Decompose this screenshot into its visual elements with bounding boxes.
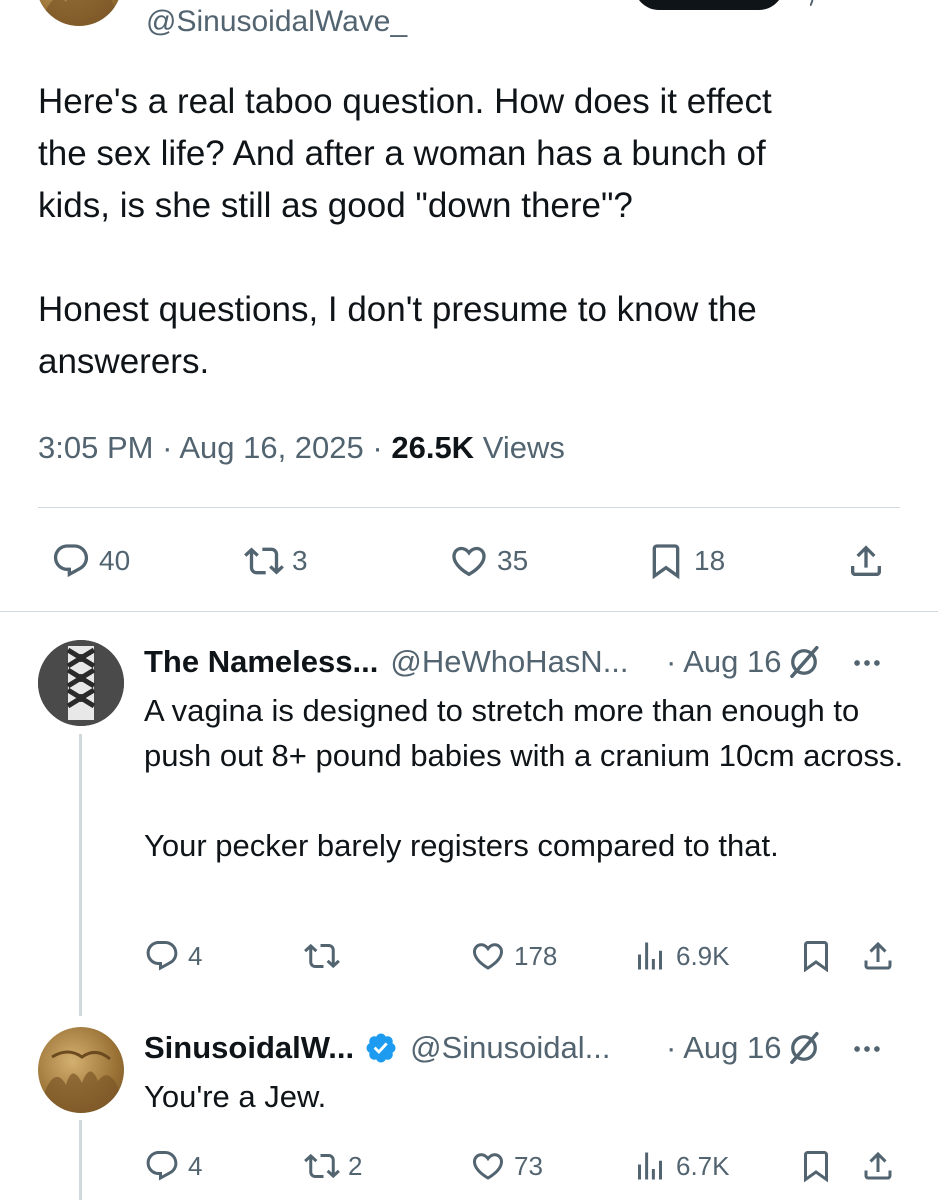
reply-meta: · Aug 16 [666,642,781,682]
like-button[interactable]: 35 [449,541,528,581]
repost-arrows-icon [244,541,284,581]
repost-button[interactable]: 2 [304,1148,362,1184]
author-avatar[interactable] [36,0,122,26]
heart-icon [449,541,489,581]
reply-button[interactable]: 4 [144,938,202,974]
like-count: 35 [497,545,529,576]
verified-badge-icon [364,1031,398,1065]
repost-arrows-icon [304,1148,340,1184]
reply-date[interactable]: · Aug 16 [666,642,781,682]
share-button[interactable] [860,938,896,974]
views-label: Views [482,430,565,465]
bookmark-icon [798,938,834,974]
reply-count: 40 [99,545,131,576]
reply-paragraph: You're a Jew. [144,1079,327,1114]
heart-icon [470,1148,506,1184]
tweet-time[interactable]: 3:05 PM [38,430,153,465]
tweet-meta: 3:05 PM · Aug 16, 2025 · 26.5K Views [38,428,565,468]
reply-body: A vagina is designed to stretch more tha… [144,688,904,868]
like-button[interactable]: 73 [470,1148,543,1184]
repost-button[interactable] [304,938,348,974]
bookmark-icon [798,1148,834,1184]
author-handle[interactable]: @SinusoidalWave_ [146,2,407,42]
tweet-date[interactable]: Aug 16, 2025 [179,430,363,465]
tweet-body: Here's a real taboo question. How does i… [38,76,898,388]
bookmark-button[interactable]: 18 [646,541,725,581]
bookmark-icon [646,541,686,581]
views-count: 6.9K [676,940,730,971]
repost-button[interactable]: 3 [244,541,308,581]
share-upload-icon [846,541,886,581]
share-button[interactable] [846,541,886,581]
views-count: 6.7K [676,1150,730,1181]
thread-line [79,1120,82,1200]
bar-chart-icon [632,938,668,974]
share-upload-icon [860,1148,896,1184]
follow-button[interactable] [634,0,784,10]
like-button[interactable]: 178 [470,938,557,974]
grok-slash-icon[interactable] [786,644,822,680]
reply-meta: · Aug 16 [666,1028,781,1068]
more-dots-icon[interactable] [850,646,884,680]
views-count: 26.5K [391,430,475,465]
reply-avatar[interactable] [38,1027,124,1113]
like-count: 73 [514,1150,543,1181]
reply-count: 4 [188,940,203,971]
reply-paragraph: A vagina is designed to stretch more tha… [144,693,904,773]
repost-count: 3 [292,545,308,576]
repost-arrows-icon [304,938,340,974]
more-dots-icon[interactable] [810,0,824,6]
reply-button[interactable]: 40 [51,541,130,581]
reply-button[interactable]: 4 [144,1148,202,1184]
reply-author-handle[interactable]: @HeWhoHasN... [390,642,628,682]
speech-bubble-icon [144,1148,180,1184]
bar-chart-icon [632,1148,668,1184]
speech-bubble-icon [144,938,180,974]
reply-paragraph: Your pecker barely registers compared to… [144,828,779,863]
reply-header: SinusoidalW... @Sinusoidal... [144,1028,611,1068]
tweet-paragraph: Here's a real taboo question. How does i… [38,82,772,225]
share-button[interactable] [860,1148,896,1184]
bookmark-button[interactable] [798,938,834,974]
meta-separator: · [372,430,383,465]
heart-icon [470,938,506,974]
reply-avatar[interactable] [38,640,124,726]
repost-count: 2 [348,1150,363,1181]
reply-count: 4 [188,1150,203,1181]
more-dots-icon[interactable] [850,1032,884,1066]
views-button[interactable]: 6.7K [632,1148,730,1184]
bookmark-button[interactable] [798,1148,834,1184]
views-button[interactable]: 6.9K [632,938,730,974]
reply-header: The Nameless... @HeWhoHasN... [144,642,629,682]
reply-author-handle[interactable]: @Sinusoidal... [410,1028,610,1068]
tweet-paragraph: Honest questions, I don't presume to kno… [38,290,757,381]
divider [0,611,938,612]
bookmark-count: 18 [694,545,726,576]
grok-slash-icon[interactable] [786,1030,822,1066]
meta-separator: · [162,430,173,465]
reply-author-name[interactable]: SinusoidalW... [144,1028,354,1068]
reply-body: You're a Jew. [144,1074,904,1119]
reply-date[interactable]: · Aug 16 [666,1028,781,1068]
divider [38,507,900,508]
thread-line [79,734,82,1016]
share-upload-icon [860,938,896,974]
like-count: 178 [514,940,558,971]
speech-bubble-icon [51,541,91,581]
reply-author-name[interactable]: The Nameless... [144,642,378,682]
